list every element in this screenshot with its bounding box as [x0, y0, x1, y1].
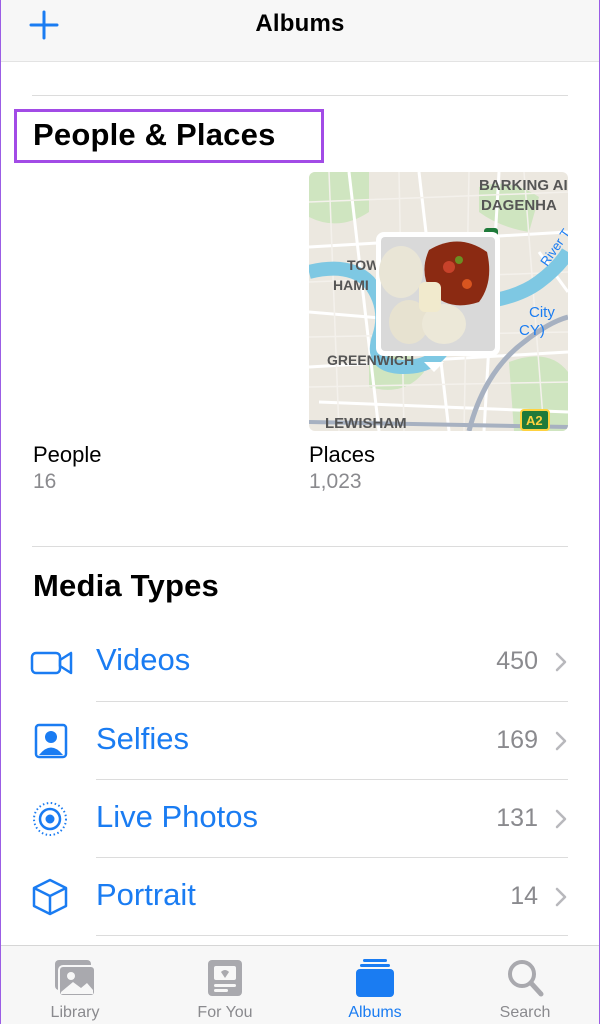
- map-label-hamlets: HAMI: [333, 277, 369, 293]
- tab-search[interactable]: Search: [450, 946, 600, 1024]
- map-label-tower: TOW: [347, 257, 380, 273]
- page-title: Albums: [255, 10, 345, 37]
- chevron-right-icon: [554, 885, 568, 909]
- tab-label: Search: [499, 1004, 551, 1021]
- map-label-city: City: [529, 304, 555, 321]
- tab-library[interactable]: Library: [0, 946, 150, 1024]
- places-label: Places: [309, 442, 376, 467]
- map-label-a2: A2: [526, 413, 543, 428]
- chevron-right-icon: [554, 807, 568, 831]
- people-album-tile[interactable]: [33, 172, 292, 431]
- media-type-row-live-photos[interactable]: Live Photos 131: [0, 780, 600, 858]
- places-album-tile[interactable]: BARKING AI DAGENHA TOW HAMI City CY) Riv…: [309, 172, 568, 431]
- people-count: 16: [33, 470, 57, 493]
- photos-library-icon: [51, 956, 99, 1000]
- media-type-count: 450: [496, 647, 538, 675]
- for-you-icon: [201, 956, 249, 1000]
- portrait-cube-icon: [30, 878, 74, 916]
- media-type-row-selfies[interactable]: Selfies 169: [0, 702, 600, 780]
- live-photo-icon: [30, 800, 74, 838]
- map-label-lewisham: LEWISHAM: [325, 415, 407, 431]
- albums-icon: [351, 956, 399, 1000]
- chevron-right-icon: [554, 650, 568, 674]
- tab-bar: Library For You Albums Search: [0, 945, 600, 1024]
- media-type-row-portrait[interactable]: Portrait 14: [0, 858, 600, 936]
- media-type-label: Selfies: [96, 721, 190, 756]
- selfie-portrait-icon: [30, 722, 74, 760]
- tab-albums[interactable]: Albums: [300, 946, 450, 1024]
- media-type-count: 131: [496, 804, 538, 832]
- photo-pin: [376, 232, 500, 372]
- section-title-people-places: People & Places: [33, 117, 276, 152]
- row-divider: [96, 935, 568, 936]
- section-divider: [32, 546, 568, 547]
- tab-label: Library: [50, 1004, 100, 1021]
- media-type-label: Videos: [96, 642, 191, 677]
- media-type-row-videos[interactable]: Videos 450: [0, 623, 600, 701]
- media-type-label: Portrait: [96, 877, 196, 912]
- chevron-right-icon: [554, 729, 568, 753]
- people-label: People: [33, 442, 102, 467]
- map-label-barking: BARKING AI: [479, 177, 568, 194]
- tab-label: For You: [197, 1004, 253, 1021]
- video-camera-icon: [30, 643, 74, 681]
- places-count: 1,023: [309, 470, 362, 493]
- media-type-label: Live Photos: [96, 799, 258, 834]
- media-type-count: 14: [510, 882, 538, 910]
- media-type-count: 169: [496, 726, 538, 754]
- section-divider: [32, 95, 568, 96]
- places-map-thumbnail: BARKING AI DAGENHA TOW HAMI City CY) Riv…: [309, 172, 568, 431]
- map-label-dagenham: DAGENHA: [481, 197, 557, 214]
- tab-label: Albums: [348, 1004, 402, 1021]
- map-label-cy: CY): [519, 322, 545, 339]
- navigation-bar: Albums: [0, 0, 600, 62]
- section-title-media-types: Media Types: [33, 568, 219, 603]
- search-icon: [501, 956, 549, 1000]
- tab-for-you[interactable]: For You: [150, 946, 300, 1024]
